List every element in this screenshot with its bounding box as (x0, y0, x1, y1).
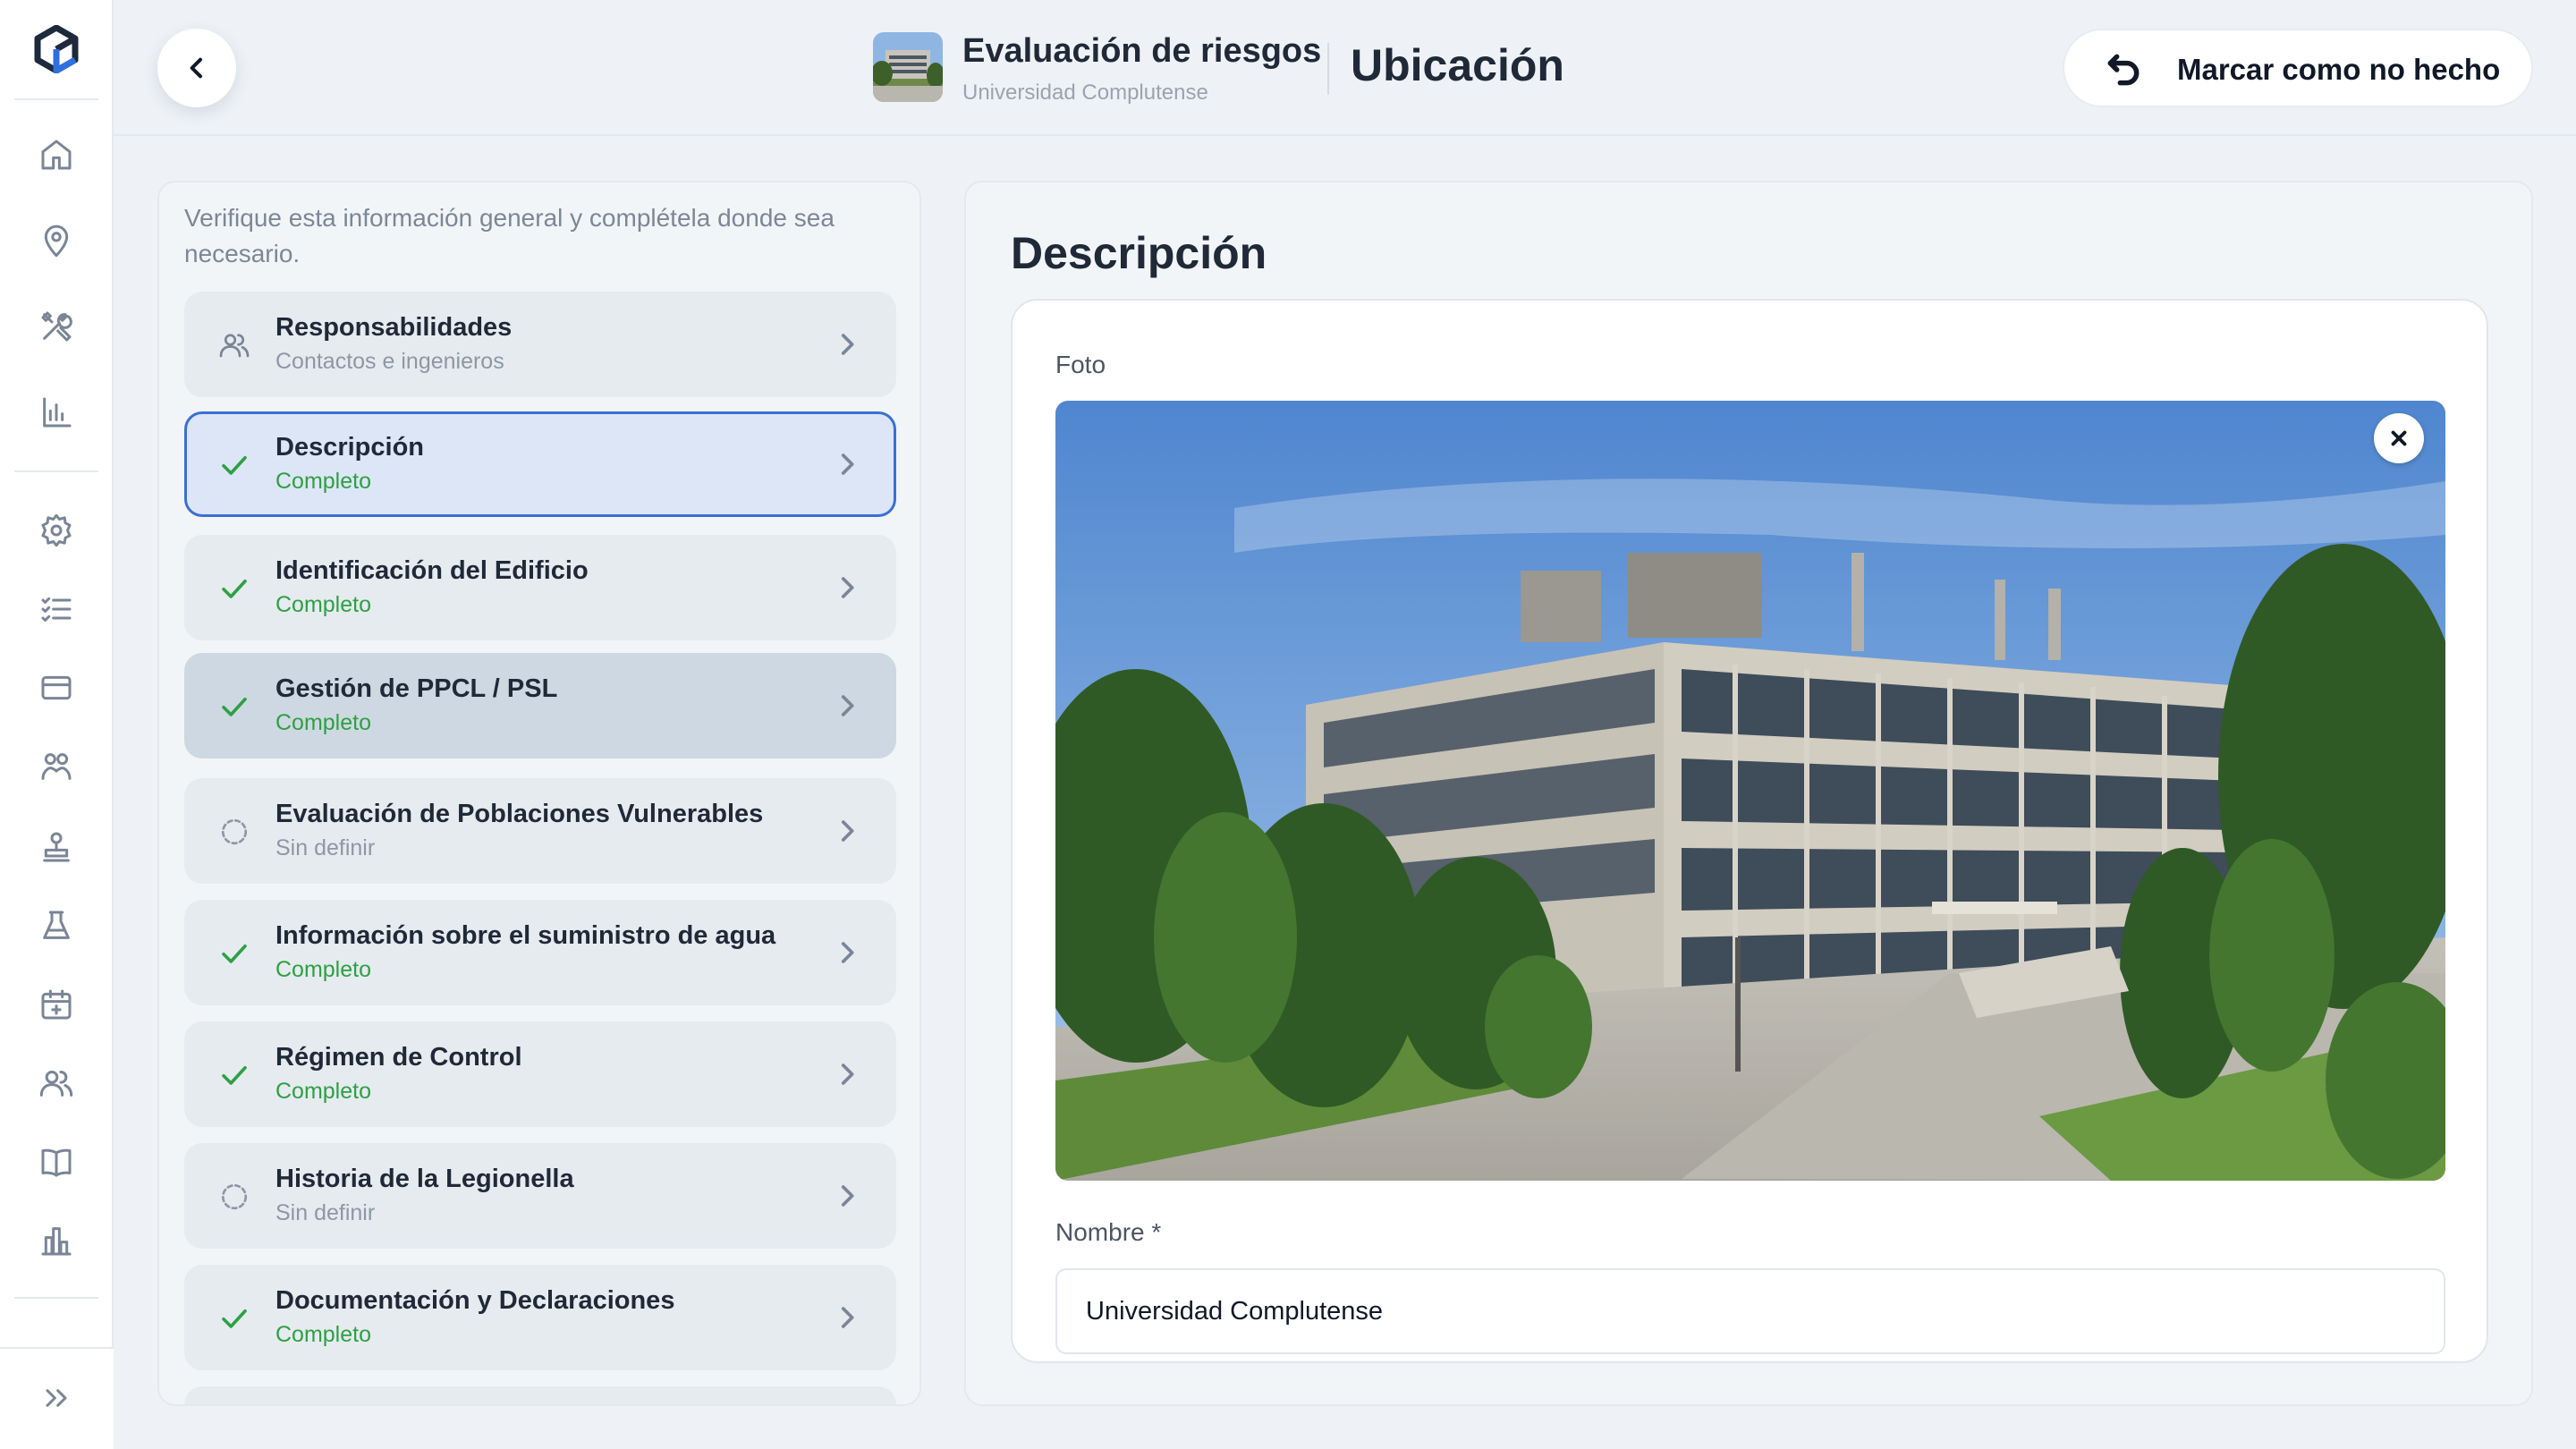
step-status: Sin definir (275, 1200, 376, 1225)
page-title: Ubicación (1351, 40, 1564, 90)
description-card: Foto Nombre * Universidad Complutense (1011, 299, 2488, 1363)
sidebar-footer (0, 1347, 114, 1449)
step-status: Contactos e ingenieros (275, 349, 504, 374)
users-icon (218, 329, 250, 361)
credit-card-icon[interactable] (34, 665, 79, 710)
home-icon[interactable] (34, 132, 79, 177)
dashed-circle-icon (218, 1181, 250, 1213)
detail-panel: Descripción Foto Nombre * Universidad Co… (964, 181, 2533, 1406)
sidebar-divider (14, 470, 98, 472)
sidebar-divider (14, 1297, 98, 1299)
step-item-descripcion[interactable]: Descripción Completo (184, 411, 896, 517)
chevron-right-icon (832, 449, 862, 479)
step-status: Completo (275, 1079, 371, 1104)
step-title: Régimen de Control (275, 1043, 522, 1072)
location-photo[interactable] (1055, 401, 2445, 1181)
header-divider (114, 134, 2576, 136)
step-title: Descripción (275, 433, 424, 462)
step-item-suministro-agua[interactable]: Información sobre el suministro de agua … (184, 900, 896, 1005)
check-icon (218, 937, 250, 970)
flask-icon[interactable] (34, 903, 79, 948)
step-item-gestion-ppcl-psl[interactable]: Gestión de PPCL / PSL Completo (184, 653, 896, 758)
check-icon (218, 449, 250, 481)
mark-not-done-label: Marcar como no hecho (2177, 53, 2501, 86)
header-separator (1327, 43, 1329, 95)
check-icon (218, 572, 250, 605)
step-item-documentacion[interactable]: Documentación y Declaraciones Completo (184, 1265, 896, 1370)
step-item-historia-legionella[interactable]: Historia de la Legionella Sin definir (184, 1143, 896, 1249)
step-status: Sin definir (275, 835, 376, 860)
chevron-right-icon (832, 1302, 862, 1333)
step-status: Completo (275, 592, 371, 617)
section-title: Descripción (1011, 228, 1267, 278)
mark-not-done-button[interactable]: Marcar como no hecho (2063, 29, 2533, 107)
check-icon (218, 691, 250, 723)
back-button[interactable] (157, 29, 236, 107)
chevron-right-icon (832, 329, 862, 360)
step-status: Completo (275, 1322, 371, 1347)
step-title: Documentación y Declaraciones (275, 1286, 675, 1315)
step-status: Completo (275, 469, 371, 494)
assessment-subtitle: Universidad Complutense (962, 80, 1208, 105)
checklist-icon[interactable] (34, 587, 79, 631)
double-chevron-right-icon[interactable] (34, 1376, 79, 1420)
users-icon[interactable] (34, 1061, 79, 1106)
assessment-title: Evaluación de riesgos (962, 32, 1322, 70)
location-pin-icon[interactable] (34, 218, 79, 263)
step-item-next[interactable] (184, 1386, 896, 1404)
bar-chart-icon[interactable] (34, 390, 79, 435)
chevron-right-icon (832, 691, 862, 721)
sidebar-divider (14, 98, 98, 100)
book-icon[interactable] (34, 1140, 79, 1184)
chevron-right-icon (832, 937, 862, 968)
chevron-right-icon (832, 1181, 862, 1211)
photo-label: Foto (1055, 351, 1106, 378)
gear-icon[interactable] (34, 508, 79, 553)
step-item-regimen-control[interactable]: Régimen de Control Completo (184, 1021, 896, 1127)
chevron-right-icon (832, 1059, 862, 1089)
tools-icon[interactable] (34, 304, 79, 349)
steps-panel: Verifique esta información general y com… (157, 181, 921, 1406)
chevron-left-icon (190, 57, 202, 79)
step-item-responsabilidades[interactable]: Responsabilidades Contactos e ingenieros (184, 292, 896, 397)
step-title: Gestión de PPCL / PSL (275, 674, 558, 703)
check-icon (218, 1059, 250, 1091)
chevron-right-icon (832, 816, 862, 846)
group-icon[interactable] (34, 744, 79, 789)
app-logo-icon[interactable] (32, 25, 80, 73)
calendar-plus-icon[interactable] (34, 982, 79, 1027)
stamp-icon[interactable] (34, 825, 79, 869)
step-item-poblaciones-vulnerables[interactable]: Evaluación de Poblaciones Vulnerables Si… (184, 778, 896, 884)
step-item-identificacion-edificio[interactable]: Identificación del Edificio Completo (184, 535, 896, 640)
name-input[interactable] (1055, 1268, 2445, 1354)
step-title: Responsabilidades (275, 313, 513, 342)
close-icon (2391, 430, 2407, 446)
step-title: Información sobre el suministro de agua (275, 921, 776, 950)
steps-intro: Verifique esta información general y com… (184, 204, 835, 267)
building-chart-icon[interactable] (34, 1218, 79, 1263)
dashed-circle-icon (218, 816, 250, 848)
name-label: Nombre * (1055, 1218, 1162, 1246)
undo-icon (2107, 54, 2140, 86)
step-title: Evaluación de Poblaciones Vulnerables (275, 800, 764, 828)
step-title: Historia de la Legionella (275, 1165, 574, 1193)
sidebar (0, 0, 114, 1449)
remove-photo-button[interactable] (2374, 413, 2424, 463)
location-thumbnail (873, 32, 943, 102)
step-title: Identificación del Edificio (275, 556, 589, 585)
check-icon (218, 1302, 250, 1335)
step-status: Completo (275, 710, 371, 735)
chevron-right-icon (832, 572, 862, 603)
step-status: Completo (275, 957, 371, 982)
